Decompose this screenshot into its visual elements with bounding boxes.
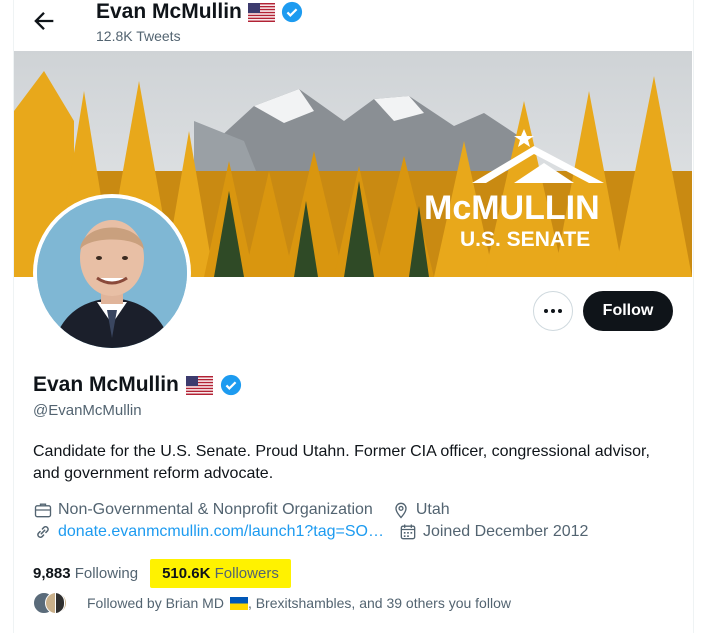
meta-row-2: donate.evanmcmullin.com/launch1?tag=SO… … [33,522,588,542]
us-flag-icon [185,375,213,395]
header-title: Evan McMullin [96,0,303,24]
following-label: Following [74,565,139,582]
website-link[interactable]: donate.evanmcmullin.com/launch1?tag=SO… [58,523,384,541]
follow-button[interactable]: Follow [583,291,673,331]
follower-avatars [33,592,75,614]
ukraine-flag-icon [229,596,248,610]
more-options-button[interactable] [533,291,573,331]
profile-handle: @EvanMcMullin [33,402,142,419]
followed-by[interactable]: Followed by Brian MD , Brexitshambles, a… [33,592,511,614]
back-arrow-icon[interactable] [30,7,58,35]
joined-text: Joined December 2012 [422,523,589,540]
following-count: 9,883 [33,565,71,582]
briefcase-icon [34,503,52,518]
banner-logo-subtitle: U.S. SENATE [460,228,590,251]
meta-row-1: Non-Governmental & Nonprofit Organizatio… [33,500,450,520]
profile-bio: Candidate for the U.S. Senate. Proud Uta… [33,443,650,482]
calendar-icon [400,524,416,540]
profile-name: Evan McMullin [33,373,242,397]
us-flag-icon [247,2,275,22]
followed-by-suffix: , Brexitshambles, and 39 others you foll… [247,595,511,611]
avatar-photo [37,198,187,348]
location-pin-icon [395,502,407,519]
profile-display-name: Evan McMullin [33,373,179,396]
location-text: Utah [415,501,450,518]
link-icon [37,526,49,538]
banner-logo-name: McMULLIN [424,189,600,227]
profile-location: Utah [391,500,450,520]
follow-stats: 9,883 Following 510.6K Followers [33,559,291,588]
tweet-count: 12.8K Tweets [96,28,181,44]
followed-by-prefix: Followed by Brian MD [87,595,224,611]
verified-badge-icon[interactable] [220,374,242,396]
header-name: Evan McMullin [96,0,242,23]
avatar[interactable] [33,194,191,352]
more-icon [544,309,562,313]
followers-link[interactable]: 510.6K Followers [150,559,291,588]
followers-count: 510.6K [162,565,211,582]
profile-joined: Joined December 2012 [398,522,588,542]
profile-category: Non-Governmental & Nonprofit Organizatio… [33,500,373,520]
followers-label: Followers [214,565,279,582]
profile-website[interactable]: donate.evanmcmullin.com/launch1?tag=SO… [33,522,384,542]
verified-badge-icon [281,1,302,23]
following-link[interactable]: 9,883 Following [33,565,138,582]
category-text: Non-Governmental & Nonprofit Organizatio… [58,501,373,518]
